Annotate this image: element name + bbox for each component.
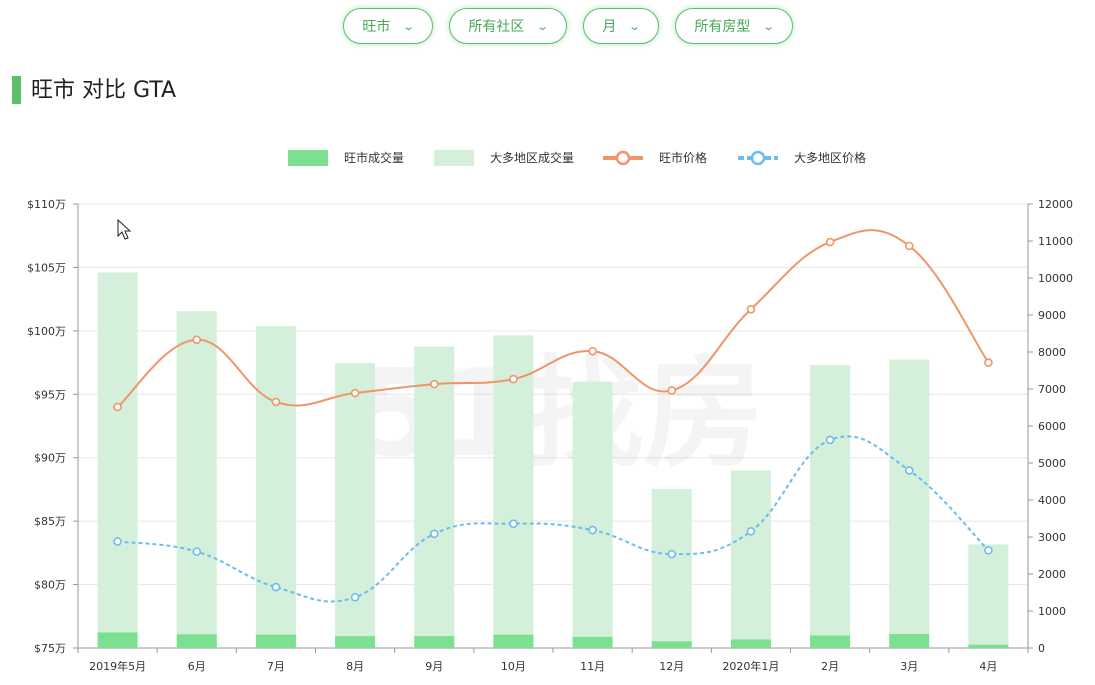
point-gta-price	[271, 582, 281, 592]
bar-gta-volume	[572, 381, 613, 648]
y-right-tick-label: 5000	[1038, 457, 1066, 470]
y-right-tick-label: 0	[1038, 642, 1045, 655]
y-right-tick-label: 10000	[1038, 272, 1073, 285]
bar-gta-volume	[414, 346, 455, 648]
bar-local-volume	[889, 633, 930, 648]
bar-local-volume	[97, 632, 138, 648]
point-local-price	[588, 346, 597, 356]
point-local-price	[271, 397, 281, 407]
y-right-tick-label: 12000	[1038, 198, 1073, 211]
bar-gta-volume	[97, 272, 138, 648]
bar-gta-volume	[968, 544, 1009, 648]
bar-local-volume	[730, 639, 771, 648]
bar-local-volume	[255, 634, 296, 648]
bar-gta-volume	[176, 311, 217, 648]
point-gta-price	[984, 546, 993, 555]
mouse-cursor-icon	[117, 218, 132, 240]
point-local-price	[350, 388, 360, 398]
bar-local-volume	[968, 644, 1009, 648]
legend-local-price-marker	[615, 150, 631, 166]
bar-local-volume	[651, 641, 692, 648]
bar-local-volume	[176, 634, 217, 648]
point-gta-price	[588, 525, 597, 535]
point-local-price	[429, 379, 439, 389]
point-gta-price	[667, 549, 677, 559]
x-tick-label: 12月	[659, 660, 684, 673]
point-gta-price	[904, 466, 914, 475]
y-left-tick-label: $110万	[27, 198, 66, 211]
point-local-price	[984, 358, 993, 367]
legend-local-price-label: 旺市价格	[659, 150, 707, 165]
x-tick-label: 9月	[425, 660, 443, 673]
bar-local-volume	[572, 636, 613, 648]
bar-gta-volume	[335, 363, 376, 648]
bar-local-volume	[493, 634, 534, 648]
x-tick-label: 11月	[580, 660, 605, 673]
bar-gta-volume	[651, 488, 692, 648]
point-local-price	[113, 402, 122, 412]
point-local-price	[746, 304, 756, 314]
legend-local-volume-swatch	[288, 150, 328, 166]
bar-local-volume	[810, 635, 851, 648]
bar-gta-volume	[730, 470, 771, 648]
x-tick-label: 6月	[188, 660, 206, 673]
point-gta-price	[192, 547, 202, 556]
y-left-tick-label: $105万	[27, 261, 66, 274]
y-left-tick-label: $75万	[34, 642, 66, 655]
point-local-price	[192, 335, 202, 345]
y-left-tick-label: $80万	[34, 579, 66, 592]
x-tick-label: 2月	[821, 660, 839, 673]
x-tick-label: 3月	[900, 660, 918, 673]
y-right-tick-label: 1000	[1038, 605, 1066, 618]
point-gta-price	[509, 519, 518, 528]
x-tick-label: 10月	[501, 660, 526, 673]
legend-local-volume-label: 旺市成交量	[344, 150, 404, 165]
point-local-price	[825, 237, 835, 247]
y-left-tick-label: $85万	[34, 515, 66, 528]
point-gta-price	[746, 526, 756, 536]
y-right-tick-label: 3000	[1038, 531, 1066, 544]
point-local-price	[509, 374, 518, 384]
x-tick-label: 8月	[346, 660, 364, 673]
y-left-tick-label: $100万	[27, 325, 66, 338]
legend-gta-price-marker	[750, 150, 766, 166]
bar-local-volume	[414, 636, 455, 648]
x-tick-label: 4月	[979, 660, 997, 673]
x-tick-label: 2019年5月	[89, 659, 146, 673]
y-right-tick-label: 11000	[1038, 235, 1073, 248]
y-right-tick-label: 6000	[1038, 420, 1066, 433]
bar-local-volume	[335, 636, 376, 648]
point-local-price	[667, 386, 677, 395]
point-local-price	[904, 241, 914, 251]
legend-gta-volume-swatch	[434, 150, 474, 166]
x-tick-label: 2020年1月	[722, 659, 779, 673]
point-gta-price	[429, 529, 439, 539]
legend-gta-volume-label: 大多地区成交量	[490, 150, 574, 165]
y-right-tick-label: 7000	[1038, 383, 1066, 396]
y-right-tick-label: 4000	[1038, 494, 1066, 507]
legend-gta-price-label: 大多地区价格	[794, 150, 866, 165]
y-left-tick-label: $90万	[34, 452, 66, 465]
bar-gta-volume	[255, 326, 296, 648]
bar-gta-volume	[889, 359, 930, 648]
comparison-chart: $75万 $80万 $85万 $90万 $95万 $100万 $105万 $110万 0 1000…	[27, 150, 1073, 673]
x-tick-label: 7月	[267, 660, 285, 673]
point-gta-price	[350, 592, 360, 602]
bar-gta-volume	[810, 364, 851, 648]
y-left-tick-label: $95万	[34, 388, 66, 401]
y-right-tick-label: 8000	[1038, 346, 1066, 359]
y-right-tick-label: 9000	[1038, 309, 1066, 322]
point-gta-price	[113, 537, 122, 546]
point-gta-price	[825, 435, 835, 445]
y-right-tick-label: 2000	[1038, 568, 1066, 581]
